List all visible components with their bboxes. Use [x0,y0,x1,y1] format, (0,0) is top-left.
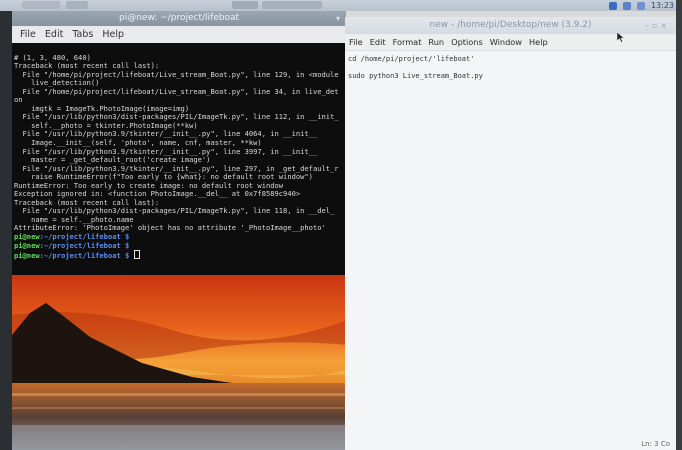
terminal-cursor [133,250,140,260]
taskbar-app-button[interactable] [22,1,60,9]
cursor-position-status: Ln: 3 Co [641,440,670,448]
prompt-path: :~/project/lifeboat $ [39,240,130,250]
wifi-icon[interactable] [622,1,631,10]
menu-file[interactable]: File [20,29,36,40]
menu-options[interactable]: Options [451,37,483,47]
close-icon[interactable]: × [660,21,670,30]
menu-help[interactable]: Help [529,37,548,47]
menu-file[interactable]: File [349,37,363,47]
prompt-line: pi@new:~/project/lifeboat $ [14,250,344,261]
system-tray: 13:23 [608,0,674,11]
terminal-menubar: File Edit Tabs Help [12,26,346,43]
monitor-bezel-right [676,0,682,450]
desktop-wallpaper [12,275,348,450]
editor-text-area[interactable]: cd /home/pi/project/'lifeboat' sudo pyth… [345,51,676,85]
menu-format[interactable]: Format [393,37,422,47]
prompt-path: :~/project/lifeboat $ [39,251,130,261]
editor-titlebar[interactable]: new - /home/pi/Desktop/new (3.9.2) –▫× [345,17,676,34]
terminal-title: pi@new: ~/project/lifeboat [118,13,240,23]
taskbar-app-button[interactable] [66,1,88,9]
prompt-line: pi@new:~/project/lifeboat $ [14,240,344,251]
editor-title: new - /home/pi/Desktop/new (3.9.2) [429,20,592,30]
prompt-user: pi@new [14,251,40,261]
taskbar-app-button[interactable] [262,1,322,9]
prompt-user: pi@new [14,240,40,250]
volume-icon[interactable] [636,1,645,10]
terminal-line: File "/home/pi/project/lifeboat/Live_str… [14,86,339,96]
top-taskbar: 13:23 [0,0,682,11]
terminal-window[interactable]: pi@new: ~/project/lifeboat ▾ File Edit T… [12,11,346,275]
menu-window[interactable]: Window [490,37,522,47]
menu-run[interactable]: Run [428,37,444,47]
menu-help[interactable]: Help [102,29,124,40]
mouse-pointer-icon [617,32,625,43]
taskbar-app-button[interactable] [232,1,258,9]
editor-line: sudo python3 Live_stream_Boat.py [348,72,483,81]
editor-line: cd /home/pi/project/'lifeboat' [348,55,475,63]
bluetooth-icon[interactable] [608,1,617,10]
clock[interactable]: 13:23 [651,1,674,10]
editor-menubar: File Edit Format Run Options Window Help [345,34,676,51]
menu-edit[interactable]: Edit [45,29,63,40]
editor-window[interactable]: new - /home/pi/Desktop/new (3.9.2) –▫× F… [345,17,676,450]
sunset-landscape-image [12,275,348,450]
minimize-icon[interactable]: – [645,21,652,30]
window-menu-icon[interactable]: ▾ [336,11,340,26]
menu-edit[interactable]: Edit [370,37,386,47]
terminal-output[interactable]: # (1, 3, 480, 640) Traceback (most recent… [12,43,346,275]
monitor-bezel-left [0,0,12,450]
menu-tabs[interactable]: Tabs [72,29,93,40]
window-controls[interactable]: –▫× [645,17,670,34]
terminal-titlebar[interactable]: pi@new: ~/project/lifeboat ▾ [12,11,346,26]
